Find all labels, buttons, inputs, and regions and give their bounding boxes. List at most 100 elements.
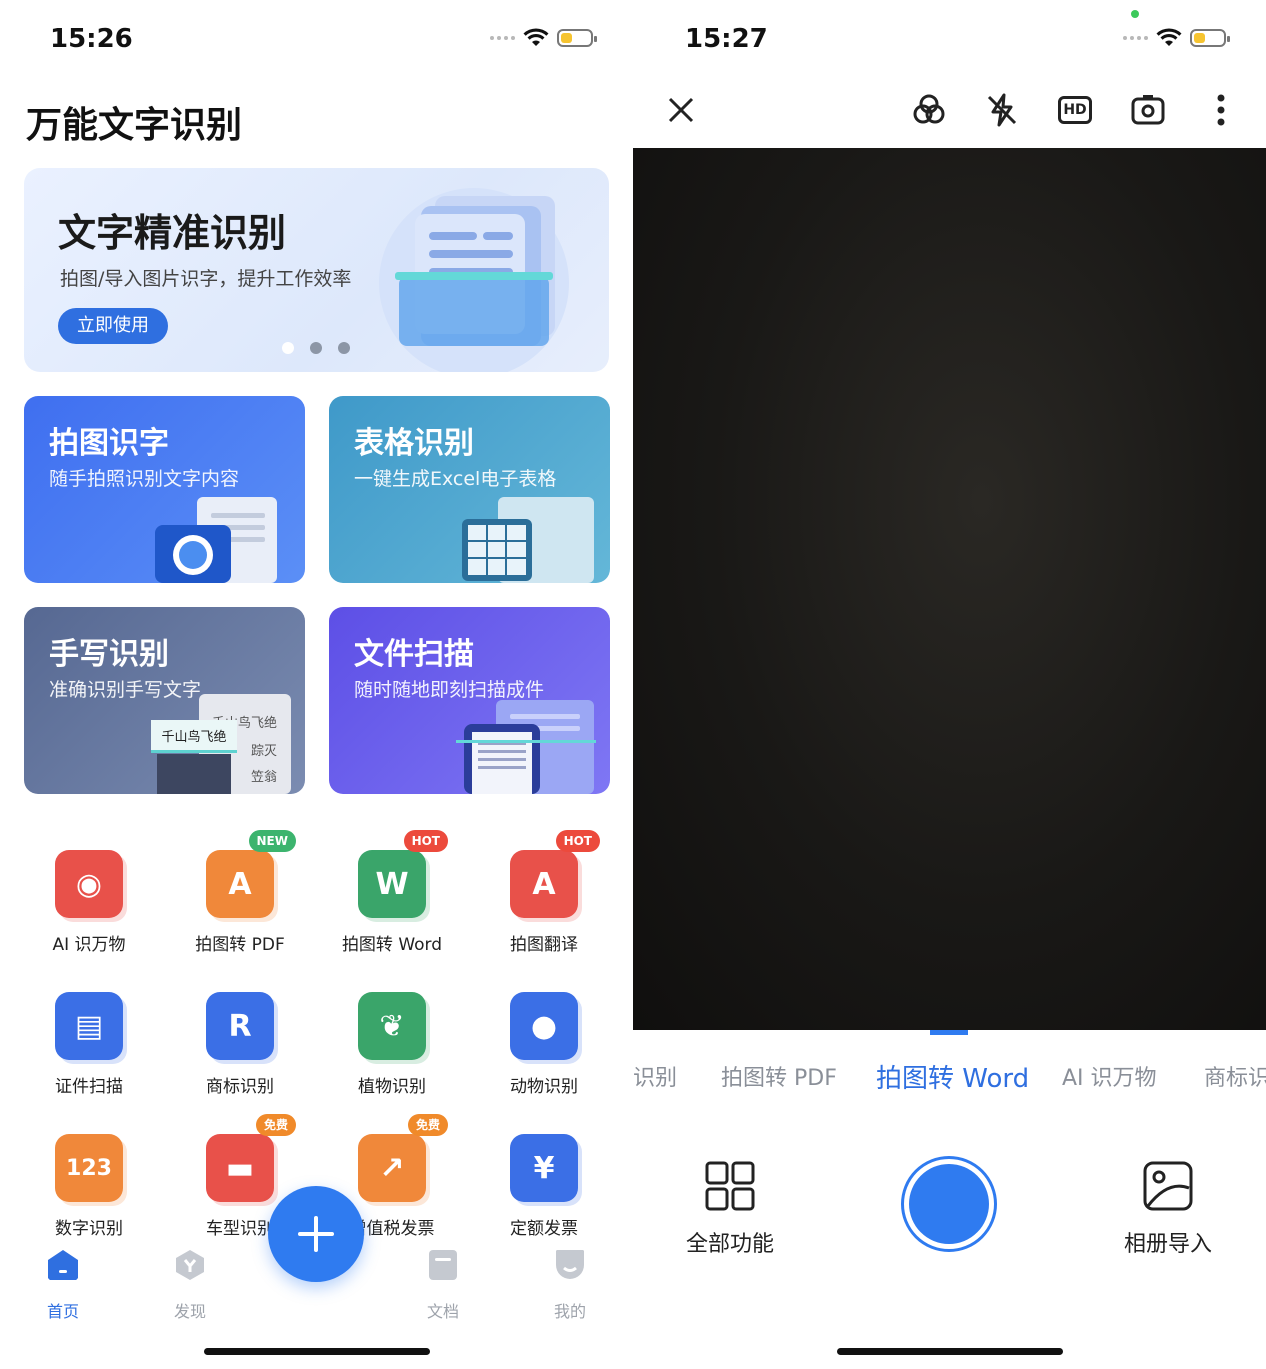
mode-ocr[interactable]: 识别	[633, 1060, 677, 1092]
documents-illustration-icon	[395, 196, 555, 346]
nav-home[interactable]: 首页	[23, 1248, 103, 1322]
battery-icon	[557, 29, 597, 47]
tool-item[interactable]: ❦ 植物识别	[317, 992, 467, 1097]
camera-in-use-dot	[1131, 10, 1139, 18]
panda-icon: ●	[510, 992, 578, 1060]
mode-selector: 识别 拍图转 PDF 拍图转 Word AI 识万物 商标识	[633, 1060, 1266, 1100]
promo-banner[interactable]: 文字精准识别 拍图/导入图片识字，提升工作效率 立即使用	[24, 168, 609, 372]
tool-label: 植物识别	[358, 1077, 426, 1097]
tool-item[interactable]: A HOT 拍图翻译	[469, 830, 619, 955]
battery-icon	[1190, 29, 1230, 47]
status-time: 15:26	[50, 24, 133, 54]
card-title: 拍图识字	[49, 426, 169, 461]
tool-label: AI 识万物	[52, 935, 126, 955]
switch-camera-button[interactable]	[1126, 88, 1170, 132]
icon-glyph: A	[532, 866, 556, 902]
album-import-button[interactable]: 相册导入	[1093, 1160, 1243, 1258]
wifi-icon	[523, 28, 549, 46]
more-button[interactable]	[1199, 88, 1243, 132]
card-subtitle: 一键生成Excel电子表格	[354, 468, 557, 490]
signal-icon	[1123, 36, 1148, 40]
camera-viewfinder[interactable]	[633, 148, 1266, 1030]
camera-toolbar: HD	[633, 88, 1266, 138]
eye-scan-icon: ◉	[55, 850, 123, 918]
mode-trademark[interactable]: 商标识	[1204, 1060, 1266, 1092]
flash-off-icon	[987, 93, 1017, 127]
more-icon	[1217, 94, 1225, 126]
add-button[interactable]	[268, 1186, 364, 1282]
tool-item[interactable]: ◉ AI 识万物	[14, 850, 164, 955]
hd-label: HD	[1063, 102, 1087, 118]
status-time: 15:27	[685, 24, 768, 54]
all-features-button[interactable]: 全部功能	[655, 1160, 805, 1258]
vat-invoice-icon: ↗ 免费	[358, 1114, 448, 1202]
nav-documents[interactable]: 文档	[403, 1248, 483, 1322]
word-icon: W HOT	[358, 830, 448, 918]
all-features-label: 全部功能	[685, 1232, 774, 1257]
card-document-scan[interactable]: 文件扫描 随时随地即刻扫描成件	[329, 607, 610, 794]
tool-item[interactable]: ¥ 定额发票	[469, 1134, 619, 1239]
tool-item[interactable]: ▤ 证件扫描	[14, 992, 164, 1097]
nav-profile[interactable]: 我的	[530, 1248, 610, 1322]
card-title: 手写识别	[49, 637, 169, 672]
nav-label: 发现	[173, 1302, 206, 1321]
handwriting-line: 踪灭	[250, 744, 277, 759]
filter-button[interactable]	[907, 88, 951, 132]
card-photo-ocr[interactable]: 拍图识字 随手拍照识别文字内容	[24, 396, 305, 583]
mode-indicator	[930, 1030, 968, 1035]
icon-glyph: ▬	[225, 1150, 255, 1186]
tool-label: 证件扫描	[55, 1077, 123, 1097]
wifi-icon	[1156, 28, 1182, 46]
banner-title: 文字精准识别	[58, 211, 287, 255]
mode-ai-recognize[interactable]: AI 识万物	[1062, 1060, 1157, 1092]
use-now-button[interactable]: 立即使用	[58, 308, 168, 344]
icon-glyph: W	[375, 866, 409, 902]
card-table-ocr[interactable]: 表格识别 一键生成Excel电子表格	[329, 396, 610, 583]
home-indicator	[837, 1348, 1063, 1355]
tool-label: 拍图转 PDF	[195, 935, 285, 955]
banner-pager[interactable]	[282, 342, 350, 354]
nav-label: 文档	[426, 1302, 459, 1321]
flash-button[interactable]	[980, 88, 1024, 132]
icon-glyph: 123	[66, 1155, 112, 1181]
icon-glyph: ↗	[379, 1150, 405, 1186]
mode-photo-to-pdf[interactable]: 拍图转 PDF	[721, 1060, 837, 1092]
icon-glyph: ❦	[379, 1008, 405, 1044]
plus-icon	[298, 1216, 334, 1252]
status-icons	[1123, 28, 1230, 48]
camera-screen: 15:27 HD 识别 拍图转 PDF 拍图转 Word AI 识万物 商标识	[633, 0, 1266, 1369]
scanner-icon	[456, 700, 596, 794]
card-handwriting-ocr[interactable]: 手写识别 准确识别手写文字 千山鸟飞绝 踪灭 笠翁 千山鸟飞绝	[24, 607, 305, 794]
app-title: 万能文字识别	[26, 105, 243, 146]
close-icon	[668, 97, 694, 123]
nav-label: 我的	[553, 1302, 586, 1321]
discover-icon	[176, 1250, 204, 1280]
nav-discover[interactable]: 发现	[150, 1248, 230, 1322]
tool-item[interactable]: R 商标识别	[165, 992, 315, 1097]
camera-icon	[155, 497, 277, 583]
home-icon	[48, 1250, 78, 1280]
hd-button[interactable]: HD	[1053, 88, 1097, 132]
tool-tag-badge: HOT	[403, 830, 448, 852]
tool-tag-badge: HOT	[555, 830, 600, 852]
translate-icon: A HOT	[510, 830, 600, 918]
status-icons	[490, 28, 597, 48]
handwriting-line: 笠翁	[250, 770, 277, 785]
tool-item[interactable]: ● 动物识别	[469, 992, 619, 1097]
tool-item[interactable]: W HOT 拍图转 Word	[317, 830, 467, 955]
tool-tag-badge: 免费	[255, 1114, 296, 1136]
tool-item[interactable]: 123 数字识别	[14, 1134, 164, 1239]
tool-label: 定额发票	[510, 1219, 578, 1239]
home-screen: 15:26 万能文字识别 文字精准识别 拍图/导入图片识字，提升工作效率 立即使…	[0, 0, 633, 1369]
tool-item[interactable]: A NEW 拍图转 PDF	[165, 830, 315, 955]
tool-label: 动物识别	[510, 1077, 578, 1097]
shutter-button[interactable]	[901, 1156, 997, 1252]
pdf-icon: A NEW	[206, 830, 296, 918]
id-card-icon: ▤	[55, 992, 123, 1060]
mode-photo-to-word[interactable]: 拍图转 Word	[876, 1058, 1029, 1095]
handwriting-highlight: 千山鸟飞绝	[161, 729, 227, 745]
close-button[interactable]	[659, 88, 703, 132]
document-icon	[429, 1250, 457, 1280]
tool-label: 数字识别	[55, 1219, 123, 1239]
tool-label: 商标识别	[206, 1077, 274, 1097]
